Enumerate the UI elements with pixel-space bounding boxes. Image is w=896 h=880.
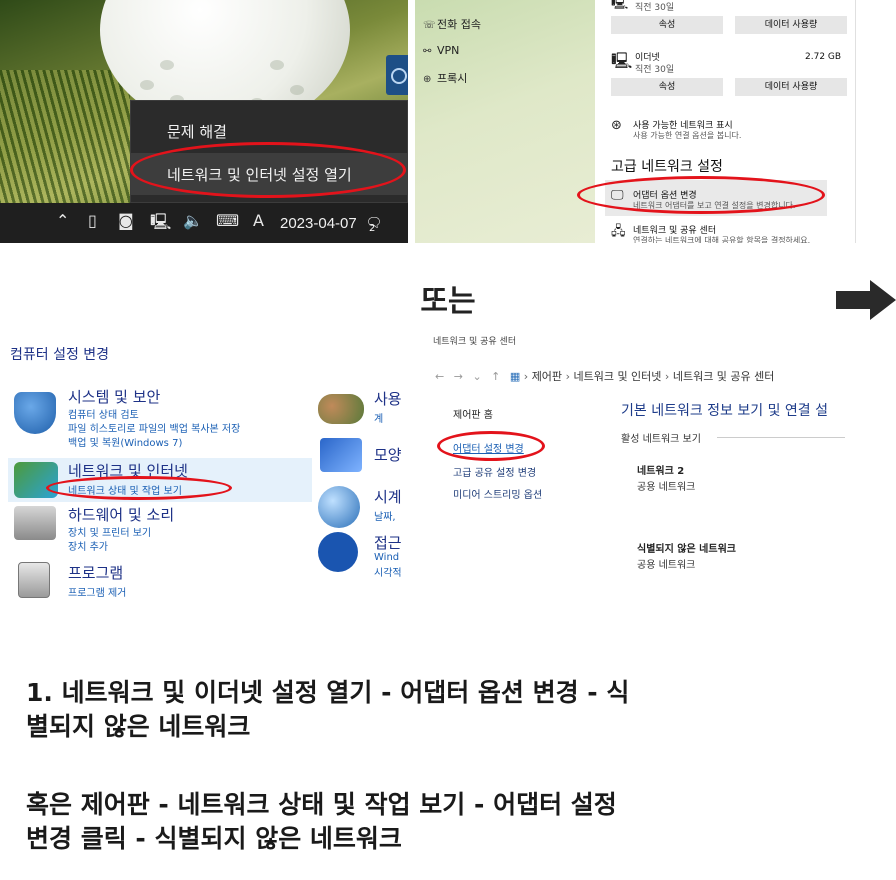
sidebar-item-label: 전화 접속 xyxy=(437,18,481,31)
divider xyxy=(717,437,845,438)
settings-sidebar: ☏전화 접속 ⚯ VPN ⊕ 프록시 xyxy=(415,0,595,243)
instruction-line-2b: 변경 클릭 - 식별되지 않은 네트워크 xyxy=(26,824,402,853)
network-icon[interactable]: 🖳 xyxy=(150,211,171,238)
highlight-oval xyxy=(437,431,545,461)
up-arrow-icon[interactable]: ↑ xyxy=(491,370,500,383)
link-date-time[interactable]: 날짜, xyxy=(374,508,396,523)
vpn-icon: ⚯ xyxy=(423,46,432,57)
sharing-center-icon: 🖧 xyxy=(611,224,626,239)
notification-icon[interactable]: 🗨 2 xyxy=(362,212,386,236)
ethernet-properties-button[interactable]: 속성 xyxy=(611,78,723,96)
control-panel-small-icon: ▦ xyxy=(509,370,521,383)
network-name: 네트워크 2 xyxy=(637,466,685,477)
control-panel: 컴퓨터 설정 변경 시스템 및 보안 컴퓨터 상태 검토 파일 히스토리로 파일… xyxy=(0,334,402,606)
ethernet-data-usage-button[interactable]: 데이터 사용량 xyxy=(735,78,847,96)
link-file-history[interactable]: 파일 히스토리로 파일의 백업 복사본 저장 xyxy=(68,420,240,435)
usage-period: 직전 30일 xyxy=(635,3,675,13)
network-adapter-icon: 🖳 xyxy=(611,0,629,11)
usb-icon[interactable]: ▯ xyxy=(88,211,97,230)
link-review-status[interactable]: 컴퓨터 상태 검토 xyxy=(68,406,139,421)
or-label: 또는 xyxy=(420,284,476,319)
instruction-line-2a: 혹은 제어판 - 네트워크 상태 및 작업 보기 - 어댑터 설정 xyxy=(26,790,617,819)
wallpaper-grass xyxy=(0,70,130,210)
screenshot-collage: 문제 해결 네트워크 및 인터넷 설정 열기 ⌃ ▯ ◙ 🖳 🔈 ⌨ A 202… xyxy=(0,0,896,880)
network-sharing-center-panel: 네트워크 및 공유 센터 ← → ⌄ ↑ ▦ › 제어판 › 네트워크 및 인터… xyxy=(425,334,845,606)
ethernet-usage: 2.72 GB xyxy=(805,52,842,62)
breadcrumb-control-panel[interactable]: 제어판 xyxy=(532,370,562,383)
sidebar-item-proxy[interactable]: ⊕ 프록시 xyxy=(423,70,467,86)
link-visual-display[interactable]: 시각적 xyxy=(374,564,402,579)
highlight-oval xyxy=(46,476,232,500)
network-type: 공용 네트워크 xyxy=(637,482,696,493)
link-uninstall-program[interactable]: 프로그램 제거 xyxy=(68,584,126,599)
desktop-taskbar-panel: 문제 해결 네트워크 및 인터넷 설정 열기 ⌃ ▯ ◙ 🖳 🔈 ⌨ A 202… xyxy=(0,0,408,243)
ease-of-access-icon xyxy=(318,532,358,572)
category-clock-region[interactable]: 시계 xyxy=(374,486,402,507)
link-backup-restore[interactable]: 백업 및 복원(Windows 7) xyxy=(68,434,182,449)
forward-arrow-icon[interactable]: → xyxy=(454,370,463,383)
window-title: 네트워크 및 공유 센터 xyxy=(433,337,517,347)
sharing-center-heading: 기본 네트워크 정보 보기 및 연결 설 xyxy=(621,403,829,419)
network-type: 공용 네트워크 xyxy=(637,560,696,571)
data-usage-button[interactable]: 데이터 사용량 xyxy=(735,16,847,34)
menu-item-troubleshoot[interactable]: 문제 해결 xyxy=(167,121,227,142)
ethernet-period: 직전 30일 xyxy=(635,65,675,75)
category-appearance[interactable]: 모양 xyxy=(374,444,402,465)
address-bar[interactable]: ← → ⌄ ↑ ▦ › 제어판 › 네트워크 및 인터넷 › 네트워크 및 공유… xyxy=(435,368,774,384)
chevron-up-icon[interactable]: ⌃ xyxy=(56,211,69,230)
system-security-icon xyxy=(14,392,56,434)
chevron-down-icon[interactable]: ⌄ xyxy=(472,370,481,383)
properties-button[interactable]: 속성 xyxy=(611,16,723,34)
instruction-line-1a: 1. 네트워크 및 이더넷 설정 열기 - 어댑터 옵션 변경 - 식 xyxy=(26,678,630,707)
breadcrumb-network-internet[interactable]: 네트워크 및 인터넷 xyxy=(573,370,661,383)
category-ease-of-access[interactable]: 접근 xyxy=(374,532,402,553)
user-accounts-icon xyxy=(318,394,364,424)
control-panel-title: 컴퓨터 설정 변경 xyxy=(10,347,110,363)
network-name: 식별되지 않은 네트워크 xyxy=(637,544,736,555)
link-add-device[interactable]: 장치 추가 xyxy=(68,538,108,553)
volume-icon[interactable]: 🔈 xyxy=(183,211,203,230)
hardware-sound-icon xyxy=(14,506,56,540)
link-change-account[interactable]: 계 xyxy=(374,410,383,425)
network-tray-app-button[interactable] xyxy=(386,55,408,95)
programs-icon xyxy=(18,562,50,598)
notification-count: 2 xyxy=(369,223,376,234)
sidebar-item-dialup[interactable]: ☏전화 접속 xyxy=(423,16,481,32)
breadcrumb-sharing-center[interactable]: 네트워크 및 공유 센터 xyxy=(673,370,775,383)
category-programs[interactable]: 프로그램 xyxy=(68,562,123,583)
link-devices-printers[interactable]: 장치 및 프린터 보기 xyxy=(68,524,151,539)
input-language-indicator[interactable]: A xyxy=(253,211,264,230)
sidebar-item-label: VPN xyxy=(437,44,460,57)
highlight-oval xyxy=(130,142,406,198)
sidebar-item-vpn[interactable]: ⚯ VPN xyxy=(423,44,459,57)
arrow-right-icon xyxy=(836,280,896,320)
ethernet-icon: 🖳 xyxy=(611,51,633,70)
sharing-center-desc: 연결하는 네트워크에 대해 공유할 항목을 결정하세요. xyxy=(633,236,811,243)
clock-region-icon xyxy=(318,486,360,528)
back-arrow-icon[interactable]: ← xyxy=(435,370,444,383)
link-control-panel-home[interactable]: 제어판 홈 xyxy=(453,406,493,421)
globe-icon: ⊕ xyxy=(423,74,432,85)
link-media-streaming[interactable]: 미디어 스트리밍 옵션 xyxy=(453,486,542,501)
show-networks-desc: 사용 가능한 연결 옵션을 봅니다. xyxy=(633,131,742,140)
taskbar: ⌃ ▯ ◙ 🖳 🔈 ⌨ A 2023-04-07 🗨 2 xyxy=(0,203,408,243)
link-advanced-sharing[interactable]: 고급 공유 설정 변경 xyxy=(453,464,536,479)
category-system-security[interactable]: 시스템 및 보안 xyxy=(68,386,160,407)
instruction-line-1b: 별되지 않은 네트워크 xyxy=(26,712,251,741)
advanced-network-settings-header: 고급 네트워크 설정 xyxy=(611,159,723,175)
security-icon[interactable]: ◙ xyxy=(118,211,134,230)
highlight-oval xyxy=(577,176,825,214)
link-windows-suggest[interactable]: Wind xyxy=(374,552,399,563)
active-networks-label: 활성 네트워크 보기 xyxy=(621,434,701,445)
keyboard-icon[interactable]: ⌨ xyxy=(216,211,239,230)
category-hardware-sound[interactable]: 하드웨어 및 소리 xyxy=(68,504,174,525)
dialup-icon: ☏ xyxy=(423,20,436,31)
settings-network-panel: ☏전화 접속 ⚯ VPN ⊕ 프록시 🖳 직전 30일 속성 데이터 사용량 🖳 이… xyxy=(415,0,856,243)
appearance-icon xyxy=(320,438,362,472)
taskbar-date[interactable]: 2023-04-07 xyxy=(280,215,357,232)
show-networks-icon: ⊛ xyxy=(611,118,622,133)
category-user-accounts[interactable]: 사용 xyxy=(374,388,402,409)
sidebar-item-label: 프록시 xyxy=(437,72,468,85)
network-internet-icon xyxy=(14,462,58,498)
